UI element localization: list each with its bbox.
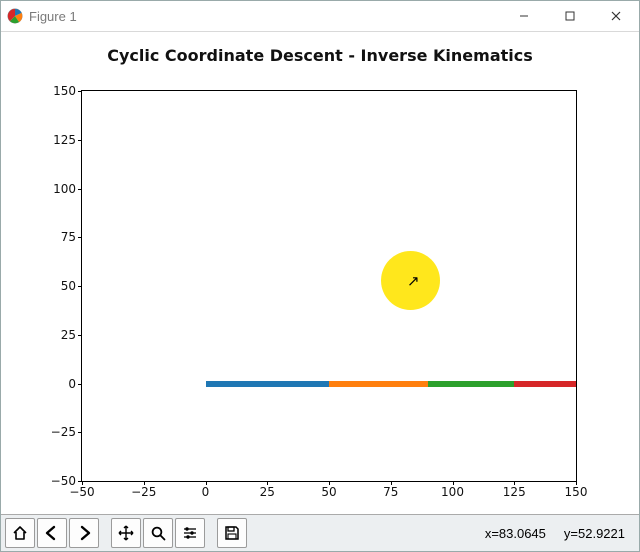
coord-readout: x=83.0645 y=52.9221 xyxy=(485,526,635,541)
configure-subplots-button[interactable] xyxy=(175,518,205,548)
link-4 xyxy=(514,381,576,387)
coord-x: x=83.0645 xyxy=(485,526,546,541)
zoom-button[interactable] xyxy=(143,518,173,548)
axes[interactable]: −50−250255075100125150−50−25025507510012… xyxy=(81,90,577,482)
close-button[interactable] xyxy=(593,1,639,31)
matplotlib-icon xyxy=(7,8,23,24)
figure-canvas[interactable]: Cyclic Coordinate Descent - Inverse Kine… xyxy=(1,32,639,514)
home-button[interactable] xyxy=(5,518,35,548)
forward-button[interactable] xyxy=(69,518,99,548)
xtick-label: 150 xyxy=(565,481,588,499)
save-button[interactable] xyxy=(217,518,247,548)
xtick-label: 125 xyxy=(503,481,526,499)
highlight-marker xyxy=(381,251,440,310)
link-1 xyxy=(206,381,330,387)
chart-title: Cyclic Coordinate Descent - Inverse Kine… xyxy=(1,32,639,65)
window-title: Figure 1 xyxy=(29,9,77,24)
ytick-label: 125 xyxy=(53,133,82,147)
minimize-button[interactable] xyxy=(501,1,547,31)
xtick-label: −50 xyxy=(69,481,94,499)
maximize-button[interactable] xyxy=(547,1,593,31)
toolbar: x=83.0645 y=52.9221 xyxy=(1,514,639,551)
ytick-label: 25 xyxy=(61,328,82,342)
link-2 xyxy=(329,381,428,387)
xtick-label: 0 xyxy=(202,481,210,499)
link-3 xyxy=(428,381,514,387)
xtick-label: −25 xyxy=(131,481,156,499)
xtick-label: 75 xyxy=(383,481,398,499)
window-controls xyxy=(501,1,639,31)
xtick-label: 50 xyxy=(321,481,336,499)
pan-button[interactable] xyxy=(111,518,141,548)
titlebar[interactable]: Figure 1 xyxy=(1,1,639,32)
figure-window: Figure 1 Cyclic Coordinate Descent - Inv… xyxy=(0,0,640,552)
ytick-label: −25 xyxy=(51,425,82,439)
back-button[interactable] xyxy=(37,518,67,548)
xtick-label: 100 xyxy=(441,481,464,499)
ytick-label: 0 xyxy=(68,377,82,391)
ytick-label: 50 xyxy=(61,279,82,293)
ytick-label: 75 xyxy=(61,230,82,244)
ytick-label: 150 xyxy=(53,84,82,98)
coord-y: y=52.9221 xyxy=(564,526,625,541)
ytick-label: 100 xyxy=(53,182,82,196)
xtick-label: 25 xyxy=(260,481,275,499)
